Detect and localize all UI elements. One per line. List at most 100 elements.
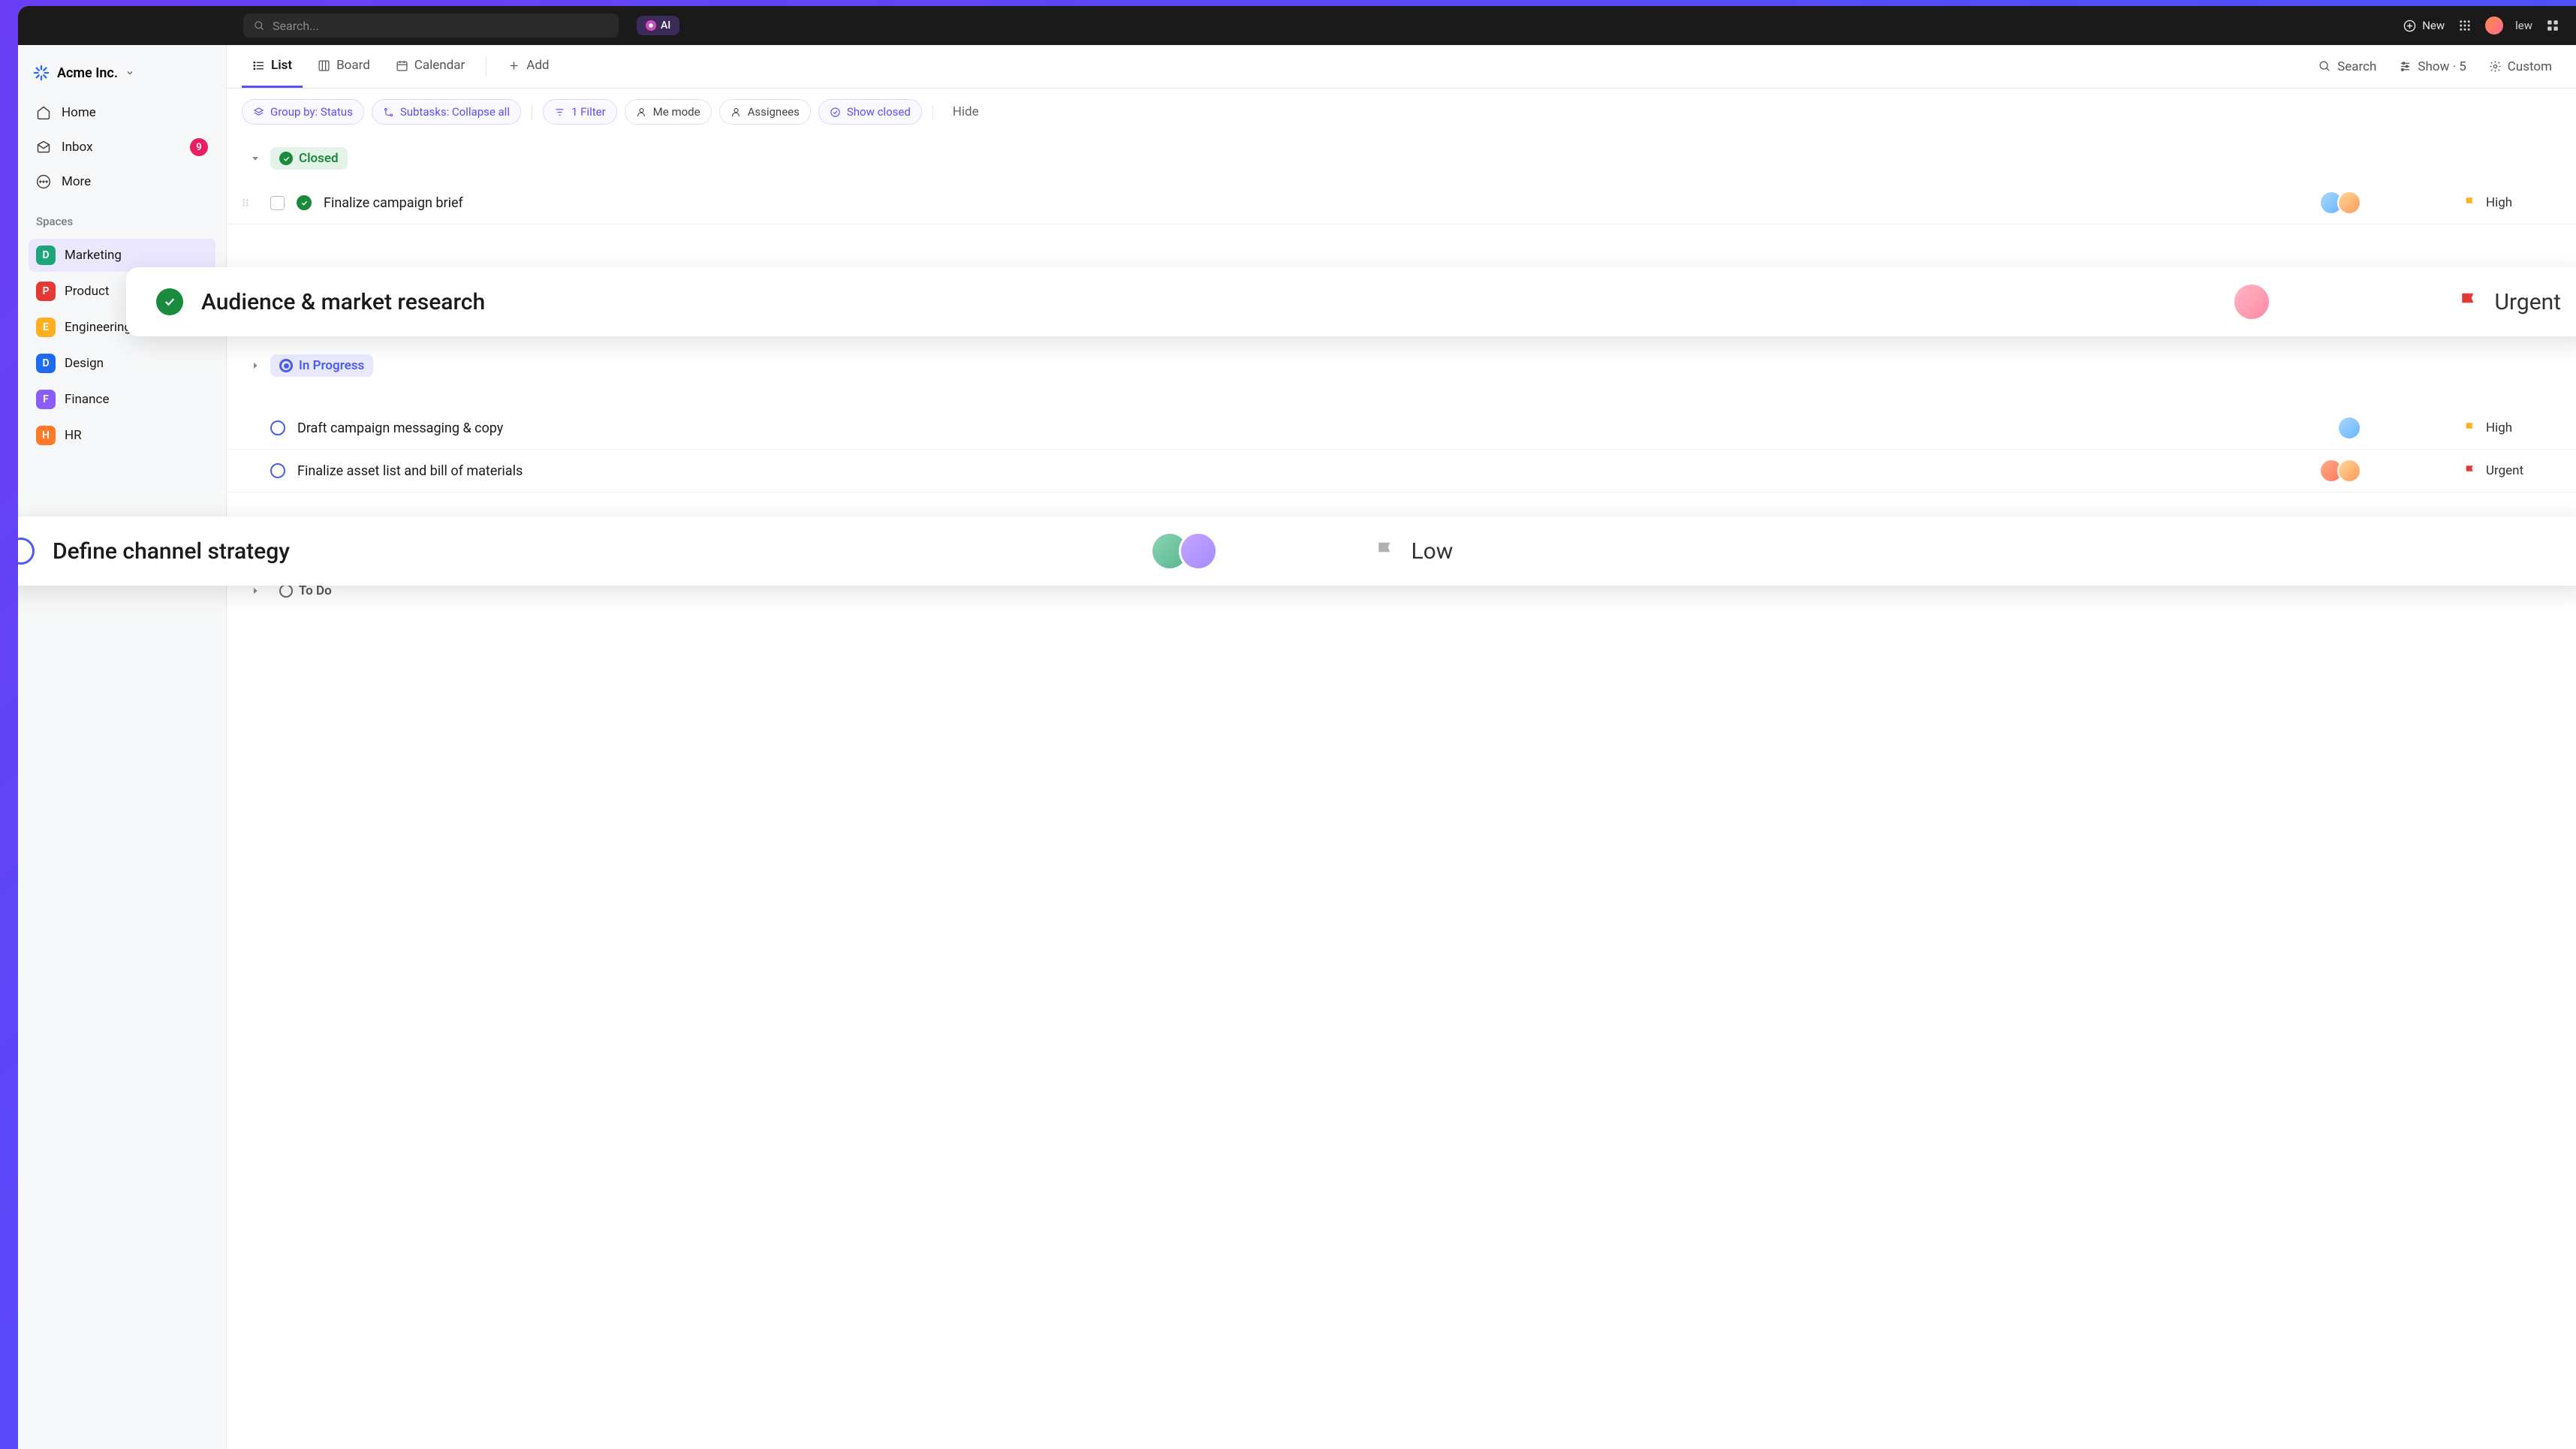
task-priority[interactable]: High [2463,195,2553,210]
new-button[interactable]: New [2403,19,2445,32]
more-icon [36,174,51,189]
task-assignees[interactable] [1150,532,1218,571]
search-icon [2318,60,2331,73]
assignee-avatar [1179,532,1218,571]
task-row[interactable]: Finalize campaign brief High [227,182,2576,224]
space-icon: D [36,354,56,373]
flag-icon [2457,291,2480,313]
apps-grid-icon[interactable] [2457,17,2473,34]
search-placeholder: Search... [273,19,319,33]
gear-icon [2489,60,2502,73]
space-icon: H [36,426,56,445]
board-icon [318,59,330,72]
check-circle-icon [830,107,841,118]
drag-handle-icon[interactable] [240,197,251,208]
plus-circle-icon [2403,20,2416,32]
view-tab-board[interactable]: Board [307,45,381,88]
flag-icon [2463,421,2477,435]
view-tab-list[interactable]: List [242,45,303,88]
chevron-down-icon [125,68,134,77]
person-icon [731,107,742,118]
view-tabs: List Board Calendar Add Se [227,45,2576,89]
task-title: Finalize asset list and bill of material… [297,463,2307,479]
global-search[interactable]: Search... [243,14,619,38]
spaces-header: Spaces [29,200,215,236]
show-closed-pill[interactable]: Show closed [818,99,922,125]
task-priority[interactable]: High [2463,420,2553,435]
flag-icon [2463,464,2477,477]
inbox-count-badge: 9 [190,138,208,156]
main-content: List Board Calendar Add Se [227,45,2576,1449]
app-menu-icon[interactable] [2544,17,2561,34]
space-icon: D [36,246,56,265]
task-status-progress-icon[interactable] [270,420,285,435]
group-by-pill[interactable]: Group by: Status [242,99,364,125]
titlebar: Search... AI New lew [18,6,2576,45]
person-icon [636,107,647,118]
space-finance[interactable]: F Finance [29,383,215,416]
hide-button[interactable]: Hide [944,104,988,119]
task-priority[interactable]: Low [1374,538,1464,565]
ai-button[interactable]: AI [637,16,679,35]
status-in-progress-icon [279,359,293,372]
ai-icon [646,20,656,31]
user-avatar[interactable] [2485,17,2503,35]
task-assignees[interactable] [2232,282,2271,321]
status-closed-icon [279,152,293,165]
task-status-done-icon[interactable] [297,195,312,210]
me-mode-pill[interactable]: Me mode [625,99,712,125]
highlighted-task-row[interactable]: Define channel strategy Low [18,517,2576,586]
task-assignees[interactable] [2319,191,2361,215]
add-view-button[interactable]: Add [497,45,559,88]
filter-icon [554,107,565,118]
highlighted-task-row[interactable]: Audience & market research Urgent [126,267,2576,336]
nav-more[interactable]: More [29,167,215,197]
group-header-in-progress[interactable]: In Progress [227,342,2576,389]
task-title: Draft campaign messaging & copy [297,420,2325,436]
task-title: Finalize campaign brief [324,195,2307,211]
view-tab-calendar[interactable]: Calendar [385,45,475,88]
task-row[interactable]: Finalize asset list and bill of material… [227,450,2576,493]
status-chip-in-progress: In Progress [270,354,373,377]
task-status-done-icon[interactable] [156,288,183,315]
task-priority[interactable]: Urgent [2463,463,2553,478]
nav-inbox[interactable]: Inbox 9 [29,131,215,164]
subtask-icon [383,107,394,118]
assignee-avatar [2337,416,2361,440]
layers-icon [253,107,264,118]
chevron-down-icon [249,152,261,164]
filter-pill[interactable]: 1 Filter [543,99,617,125]
home-icon [36,105,51,120]
task-assignees[interactable] [2337,416,2361,440]
task-title: Audience & market research [201,289,1971,315]
nav-home[interactable]: Home [29,98,215,128]
flag-icon [2463,196,2477,209]
assignees-pill[interactable]: Assignees [719,99,811,125]
inbox-icon [36,140,51,155]
space-icon: F [36,390,56,409]
assignee-avatar [2337,459,2361,483]
status-todo-icon [279,584,293,598]
task-row[interactable]: Draft campaign messaging & copy High [227,407,2576,450]
task-assignees[interactable] [2319,459,2361,483]
list-icon [252,59,265,72]
assignee-avatar [2232,282,2271,321]
task-priority[interactable]: Urgent [2457,289,2561,315]
subtasks-pill[interactable]: Subtasks: Collapse all [372,99,521,125]
task-status-progress-icon[interactable] [270,463,285,478]
workspace-switcher[interactable]: Acme Inc. [29,59,215,95]
task-status-progress-icon[interactable] [18,538,35,565]
task-checkbox[interactable] [270,196,285,210]
show-columns-button[interactable]: Show · 5 [2390,59,2475,74]
user-name: lew [2515,19,2532,32]
space-hr[interactable]: H HR [29,419,215,452]
space-design[interactable]: D Design [29,347,215,380]
space-icon: P [36,282,56,301]
settings-sliders-icon [2399,60,2412,73]
space-icon: E [36,318,56,337]
group-header-closed[interactable]: Closed [227,135,2576,182]
task-title: Define channel strategy [53,538,1132,565]
customize-button[interactable]: Custom [2480,59,2561,74]
search-icon [254,20,265,32]
search-tasks-button[interactable]: Search [2309,59,2385,74]
